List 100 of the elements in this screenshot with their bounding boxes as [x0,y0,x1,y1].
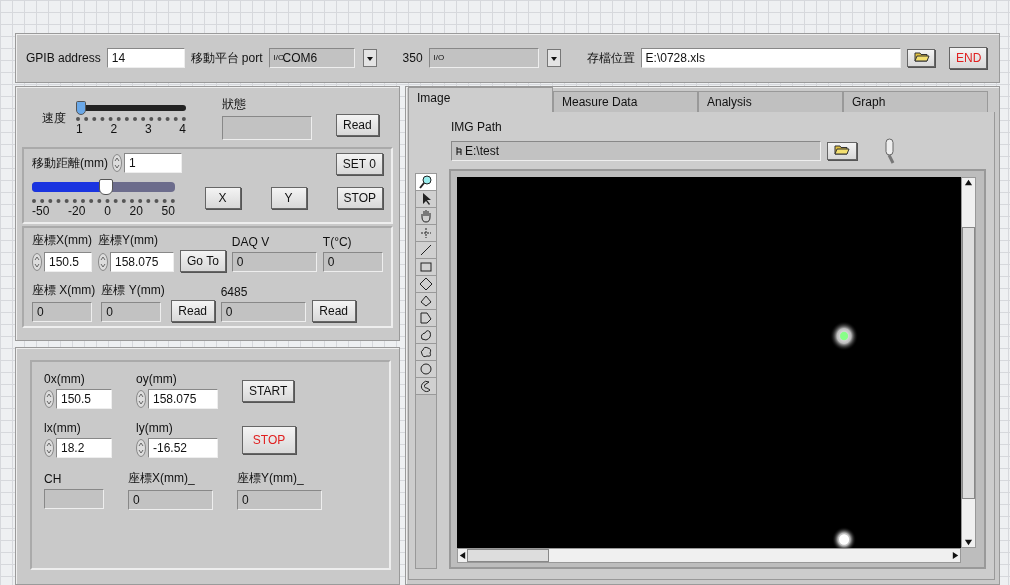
field-label: 座標 Y(mm) [101,282,165,299]
tick-label: 50 [161,204,175,218]
action-button[interactable]: Go To [180,250,226,272]
tab[interactable]: Graph [843,91,988,112]
field-label: 存檔位置 [586,49,635,67]
browse-button[interactable] [827,142,857,160]
scroll-arrow-icon[interactable] [458,551,467,560]
indicator-field: 0 [128,490,213,510]
tick-label: 3 [144,121,152,136]
indicator-field: 0 [322,252,383,272]
field-label: GPIB address [26,51,101,65]
field-label: ly(mm) [136,421,174,435]
numeric-field[interactable]: 158.075 [148,389,218,409]
browse-button[interactable] [907,49,935,67]
cloud-tool-icon [419,345,433,359]
tool-button[interactable] [416,191,436,208]
path-field[interactable]: E:\0728.xls [640,48,901,68]
spinner-icon[interactable] [44,439,54,457]
spinner-icon[interactable] [112,154,122,172]
field-label: 350 [402,51,423,65]
field-label: oy(mm) [136,372,178,386]
spinner-icon[interactable] [44,390,54,408]
numeric-field[interactable]: 158.075 [110,252,174,272]
crosshair-tool-icon [419,226,433,240]
field-label: 速度 [42,109,66,127]
tool-button[interactable] [416,310,436,327]
y-button[interactable]: Y [270,187,307,209]
scroll-arrow-icon[interactable] [964,178,973,187]
device-select[interactable]: I/O [428,48,539,68]
field-label: IMG Path [451,120,503,134]
field-label: 座標Y(mm)_ [237,470,305,487]
path-icon [456,146,463,156]
distance-slider[interactable] [32,179,175,195]
set-zero-button[interactable]: SET 0 [335,153,383,175]
indicator-field: 0 [237,490,322,510]
field-label: lx(mm) [44,421,82,435]
tab[interactable]: Analysis [698,91,843,112]
field-label: T(°C) [322,235,353,249]
tool-button[interactable] [416,242,436,259]
numeric-field[interactable]: 150.5 [44,252,92,272]
indicator-field [44,488,104,509]
field-label: 移動距離(mm) [32,154,108,172]
tab[interactable]: Measure Data [553,91,698,112]
field-label: 0x(mm) [44,372,86,386]
tool-button[interactable] [416,378,436,395]
numeric-field[interactable]: 150.5 [56,389,112,409]
vertical-scrollbar[interactable] [961,177,976,548]
tick-label: -20 [68,204,86,218]
pan-tool-icon [419,209,433,223]
tick-label: 0 [104,204,111,218]
rect-tool-icon [419,260,433,274]
freehand-tool-icon [419,328,433,342]
line-tool-icon [419,243,433,257]
field-label: 座標X(mm)_ [128,470,196,487]
end-button[interactable]: END [949,47,987,69]
field-label: DAQ V [231,235,271,249]
spinner-icon[interactable] [98,253,108,271]
x-button[interactable]: X [204,187,241,209]
tick-label: -50 [32,204,50,218]
numeric-field[interactable]: 18.2 [56,438,112,458]
indicator-field: 0 [32,302,92,322]
tool-button[interactable] [416,327,436,344]
indicator-field: 0 [220,302,306,322]
stop-button[interactable]: STOP [242,425,296,454]
folder-icon [834,144,850,155]
toggle-switch-icon[interactable] [883,137,897,165]
numeric-field[interactable]: 1 [124,153,182,173]
field-label: 座標Y(mm) [98,232,159,249]
tab[interactable]: Image [408,87,553,112]
dropdown-icon[interactable] [546,49,561,67]
stop-button[interactable]: STOP [336,187,383,209]
speed-slider[interactable] [76,100,186,115]
field-label: 座標 X(mm) [32,282,96,299]
tick-label: 20 [129,204,143,218]
read-button[interactable]: Read [336,114,379,136]
annulus-tool-icon [419,379,433,393]
oval-tool-icon [419,362,433,376]
tool-button[interactable] [416,174,436,191]
action-button[interactable]: START [242,379,295,402]
tool-button[interactable] [416,293,436,310]
indicator-field: 0 [101,302,162,322]
zoom-tool-icon [419,175,433,189]
tool-button[interactable] [416,344,436,361]
horizontal-scrollbar[interactable] [457,548,961,563]
field-label: 座標X(mm) [32,232,92,249]
field-label: 6485 [220,285,249,299]
spinner-icon[interactable] [136,390,146,408]
action-button[interactable]: Read [170,300,215,322]
dropdown-icon[interactable] [362,49,377,67]
action-button[interactable]: Read [311,300,356,322]
folder-icon [914,51,930,62]
spinner-icon[interactable] [136,439,146,457]
numeric-field[interactable]: -16.52 [148,438,218,458]
path-field[interactable]: E:\test [451,141,821,161]
address-field[interactable]: 14 [106,48,185,68]
rotated-rect-tool-icon [419,277,433,291]
tick-label: 1 [76,121,83,136]
freehand-polygon-tool-icon [419,311,433,325]
tool-button[interactable] [416,276,436,293]
spinner-icon[interactable] [32,253,42,271]
